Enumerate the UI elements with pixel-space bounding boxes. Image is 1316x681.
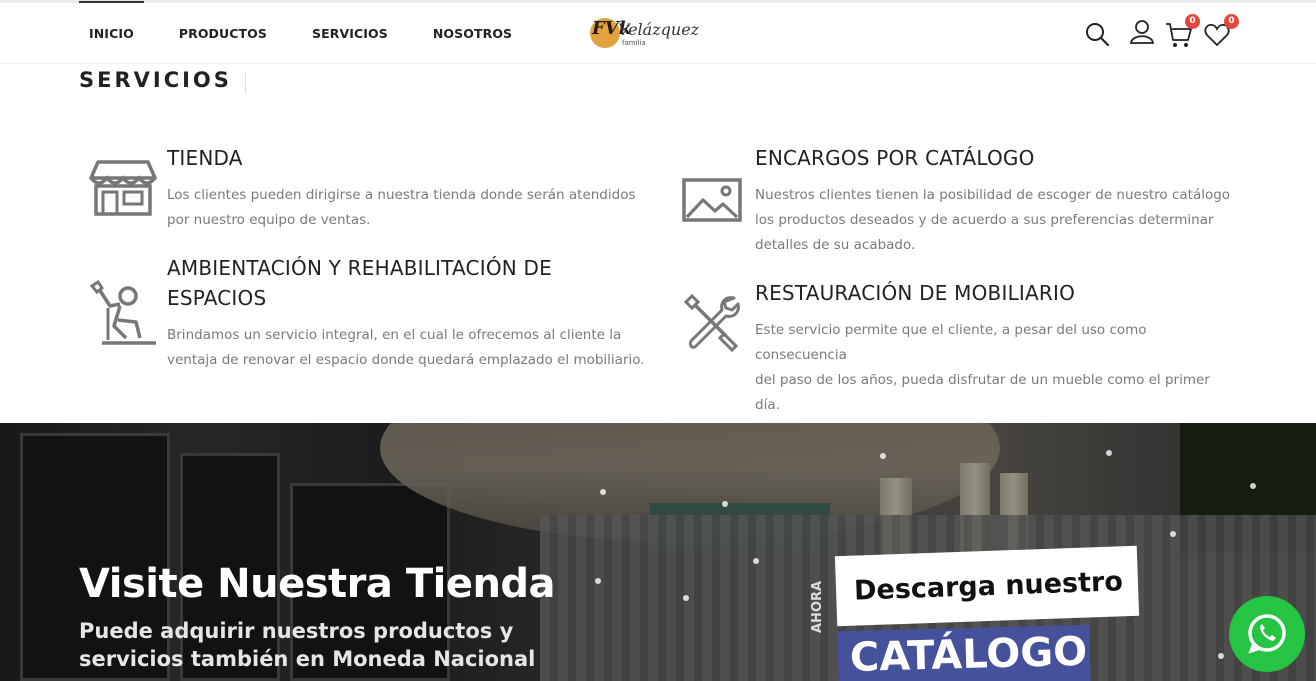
tools-icon: [682, 292, 752, 362]
catalog-download-text: Descarga nuestro: [853, 566, 1124, 607]
banner-dot: [880, 453, 886, 459]
banner-subtitle-line: Puede adquirir nuestros productos y: [79, 619, 514, 643]
service-title-encargos: ENCARGOS POR CATÁLOGO: [755, 146, 1035, 170]
nav-inicio[interactable]: INICIO: [79, 1, 144, 64]
service-text-line: del paso de los años, pueda disfrutar de…: [755, 372, 1210, 413]
service-text-line: Este servicio permite que el cliente, a …: [755, 322, 1147, 363]
site-header: INICIO PRODUCTOS SERVICIOS NOSOTROS FVk …: [0, 1, 1316, 64]
service-text-line: Los clientes pueden dirigirse a nuestra …: [167, 187, 636, 203]
catalog-side-text: AHORA: [810, 580, 825, 633]
cart-count-badge: 0: [1185, 14, 1200, 29]
service-text-line: detalles de su acabado.: [755, 237, 916, 253]
banner-title: Visite Nuestra Tienda: [79, 561, 556, 607]
banner-dot: [1250, 483, 1256, 489]
service-text-line: Nuestros clientes tienen la posibilidad …: [755, 187, 1231, 203]
service-text-line: los productos deseados y de acuerdo a su…: [755, 212, 1214, 228]
banner-subtitle: Puede adquirir nuestros productos y serv…: [79, 617, 599, 673]
whatsapp-button[interactable]: [1229, 596, 1305, 672]
search-icon[interactable]: [1084, 21, 1110, 47]
service-text-restauracion: Este servicio permite que el cliente, a …: [755, 318, 1235, 418]
whatsapp-icon: [1248, 614, 1286, 654]
service-title-tienda: TIENDA: [167, 146, 243, 170]
service-title-ambientacion: AMBIENTACIÓN Y REHABILITACIÓN DE ESPACIO…: [167, 253, 552, 313]
worker-icon: [88, 279, 158, 350]
banner-dot: [722, 501, 728, 507]
banner-subtitle-line: servicios también en Moneda Nacional: [79, 647, 536, 671]
service-title-restauracion: RESTAURACIÓN DE MOBILIARIO: [755, 281, 1076, 305]
banner-dot: [1106, 450, 1112, 456]
wishlist-count-badge: 0: [1224, 14, 1239, 29]
banner-dot: [600, 489, 606, 495]
catalog-button-label: CATÁLOGO: [849, 628, 1088, 681]
section-title: SERVICIOS: [79, 68, 232, 92]
store-icon: [88, 158, 158, 228]
service-text-encargos: Nuestros clientes tienen la posibilidad …: [755, 183, 1235, 258]
service-title-line: AMBIENTACIÓN Y REHABILITACIÓN DE: [167, 256, 552, 280]
service-title-line: ESPACIOS: [167, 286, 267, 310]
banner-dot: [683, 595, 689, 601]
catalog-button[interactable]: CATÁLOGO: [837, 624, 1091, 681]
service-text-line: ventaja de renovar el espacio donde qued…: [167, 352, 645, 368]
nav-servicios[interactable]: SERVICIOS: [302, 3, 398, 64]
main-nav: INICIO PRODUCTOS SERVICIOS NOSOTROS: [79, 1, 547, 64]
service-text-line: Brindamos un servicio integral, en el cu…: [167, 327, 622, 343]
nav-nosotros[interactable]: NOSOTROS: [423, 3, 522, 64]
banner-dot: [1218, 653, 1224, 659]
logo-sub: familia: [622, 39, 646, 47]
banner-dot: [753, 558, 759, 564]
store-banner: Visite Nuestra Tienda Puede adquirir nue…: [0, 423, 1316, 681]
user-icon[interactable]: [1129, 19, 1155, 45]
nav-productos[interactable]: PRODUCTOS: [169, 3, 277, 64]
service-text-line: por nuestro equipo de ventas.: [167, 212, 371, 228]
service-text-tienda: Los clientes pueden dirigirse a nuestra …: [167, 183, 647, 233]
logo-name: Velázquez: [618, 20, 700, 39]
banner-dot: [1170, 531, 1176, 537]
image-icon: [682, 176, 752, 246]
banner-dot: [595, 578, 601, 584]
title-divider: [245, 72, 246, 94]
catalog-download-label[interactable]: Descarga nuestro: [834, 545, 1140, 627]
site-logo[interactable]: FVk Velázquez familia: [588, 15, 700, 51]
service-text-ambientacion: Brindamos un servicio integral, en el cu…: [167, 323, 647, 373]
